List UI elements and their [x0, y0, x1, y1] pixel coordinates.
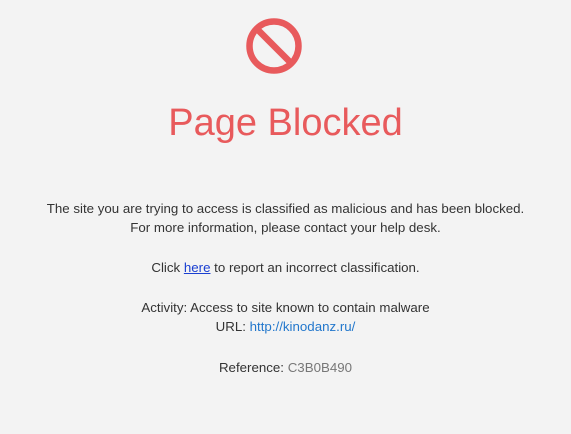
report-prefix: Click — [151, 260, 184, 275]
activity-value: Access to site known to contain malware — [190, 300, 430, 315]
activity-line: Activity: Access to site known to contai… — [0, 298, 571, 317]
url-line: URL: http://kinodanz.ru/ — [0, 317, 571, 336]
reference-code: C3B0B490 — [287, 360, 353, 375]
report-line: Click here to report an incorrect classi… — [0, 258, 571, 277]
block-page: Page Blocked The site you are trying to … — [0, 0, 571, 434]
page-title: Page Blocked — [168, 102, 403, 144]
blocked-url-link[interactable]: http://kinodanz.ru/ — [250, 319, 356, 334]
blocked-message: The site you are trying to access is cla… — [46, 201, 525, 216]
activity-label: Activity: — [141, 300, 191, 315]
help-desk-message: For more information, please contact you… — [130, 220, 441, 235]
report-suffix: to report an incorrect classification. — [210, 260, 420, 275]
prohibited-icon — [246, 18, 302, 74]
report-link[interactable]: here — [184, 260, 211, 275]
reference-label: Reference: — [218, 360, 288, 375]
reference-line: Reference: C3B0B490 — [0, 358, 571, 377]
url-label: URL: — [215, 319, 250, 334]
